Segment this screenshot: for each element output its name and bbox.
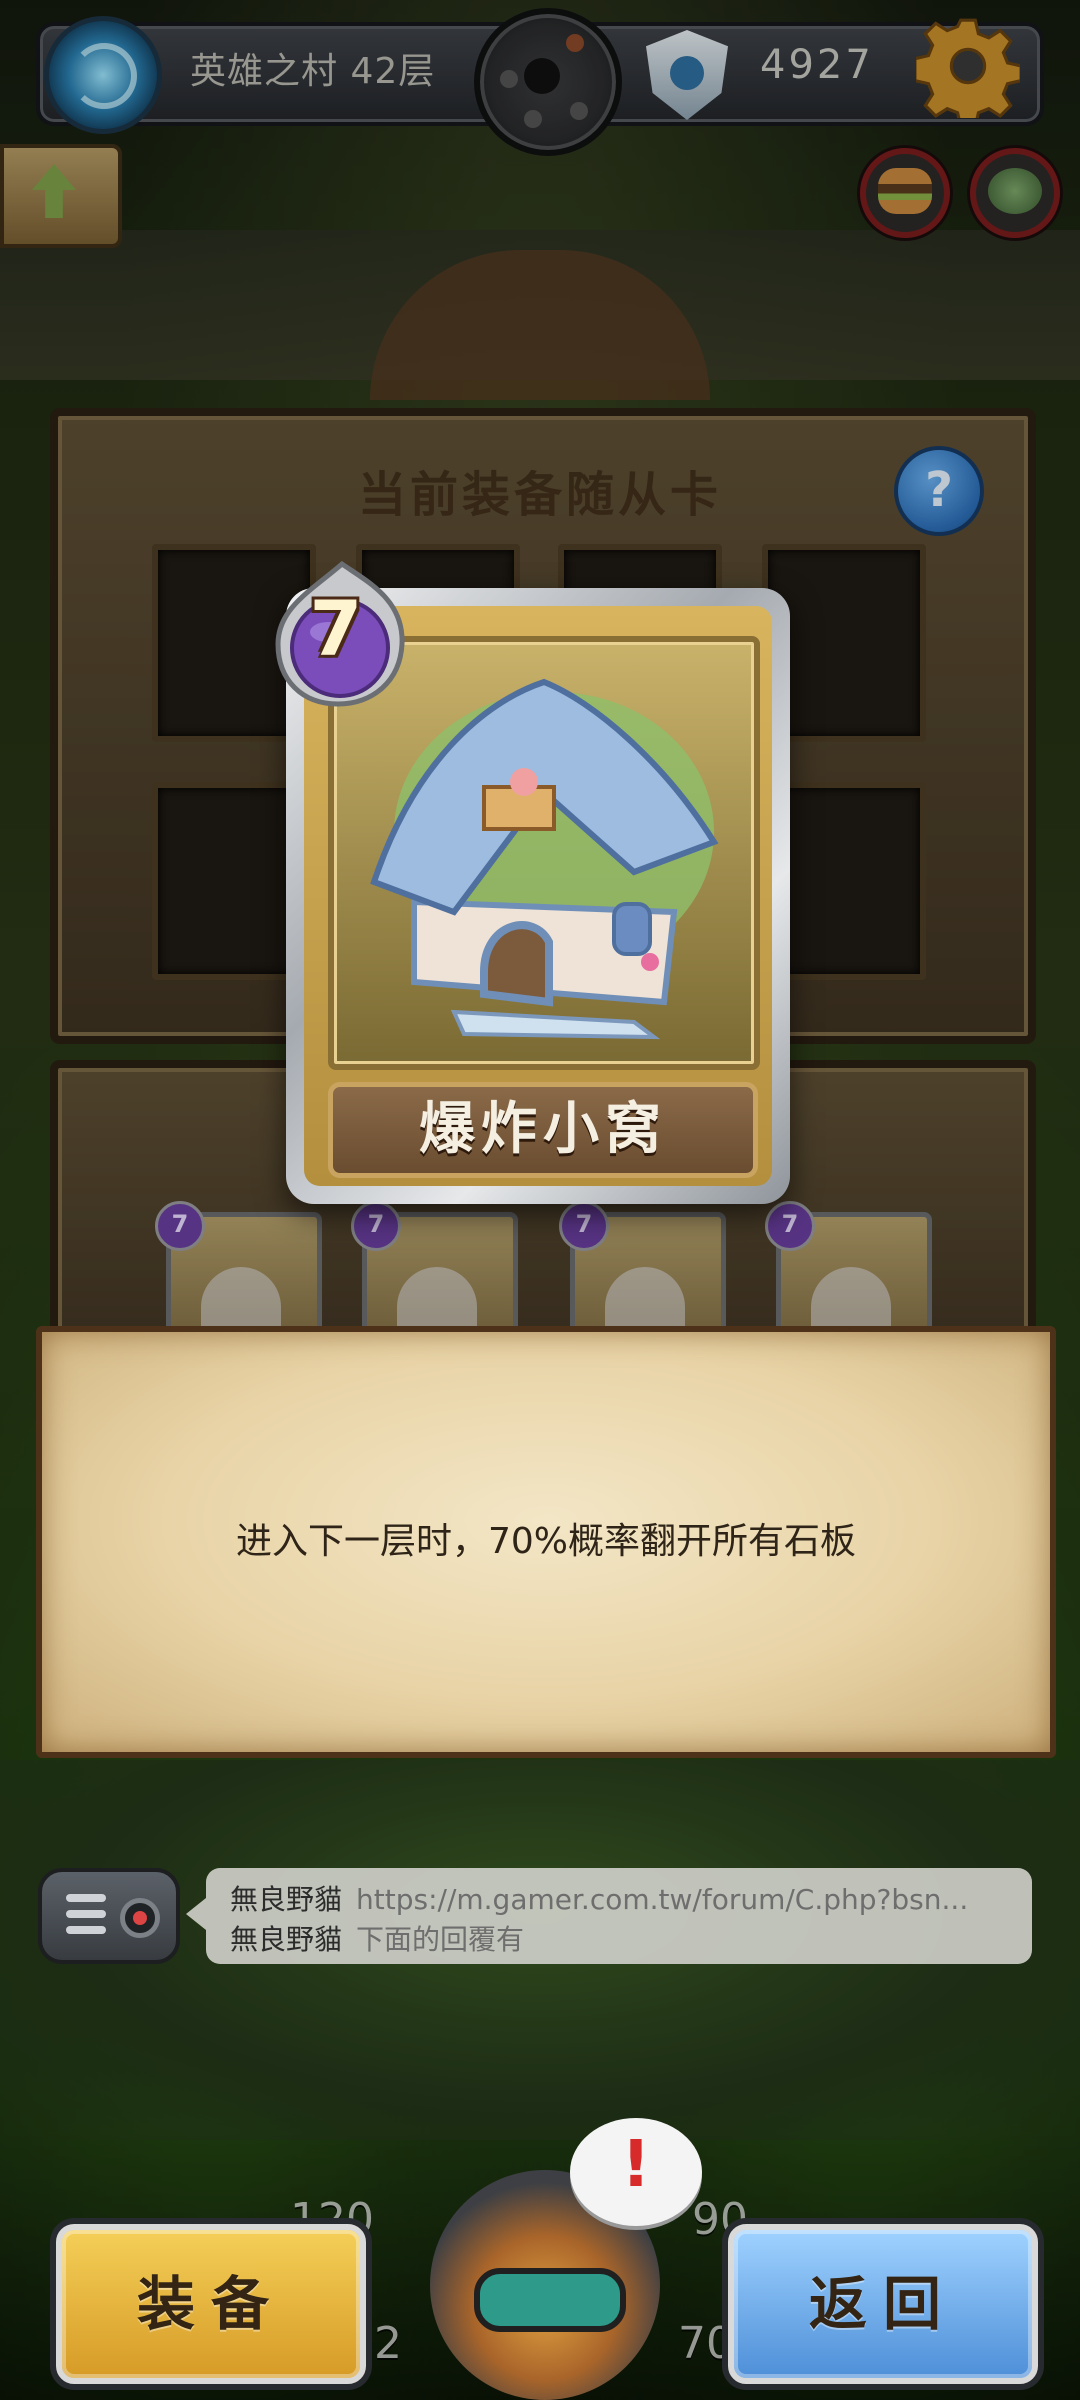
chat-menu-button[interactable]	[38, 1868, 180, 1964]
card-description: 进入下一层时，70%概率翻开所有石板	[235, 1521, 857, 1562]
back-button-label: 返回	[808, 2270, 957, 2338]
alert-icon: !	[621, 2128, 651, 2202]
goggles-icon	[474, 2268, 626, 2332]
chat-box[interactable]: 無良野貓 https://m.gamer.com.tw/forum/C.php?b…	[186, 1868, 1032, 1964]
equip-button-label: 装备	[136, 2270, 285, 2338]
card-cost: 7	[309, 584, 363, 673]
equip-button[interactable]: 装备	[56, 2224, 366, 2384]
chat-message: 無良野貓 https://m.gamer.com.tw/forum/C.php?b…	[230, 1878, 968, 1918]
chat-user: 無良野貓	[230, 1923, 343, 1956]
chat-text: https://m.gamer.com.tw/forum/C.php?bsn..…	[356, 1883, 969, 1916]
game-scene: 英雄之村 42层 4927 当前装备随从卡 ? 7 7 7 7 爆炸小窝 7 进…	[0, 0, 1080, 2400]
mp-stat: 70	[678, 2318, 734, 2369]
chat-text: 下面的回覆有	[356, 1923, 525, 1956]
chat-record-icon	[120, 1898, 160, 1938]
card-name-plate: 爆炸小窝	[328, 1082, 758, 1178]
alert-bubble[interactable]: !	[570, 2118, 702, 2226]
chat-user: 無良野貓	[230, 1883, 343, 1916]
card-name: 爆炸小窝	[419, 1097, 667, 1162]
description-panel: 进入下一层时，70%概率翻开所有石板	[36, 1326, 1056, 1758]
back-button[interactable]: 返回	[728, 2224, 1038, 2384]
chat-message: 無良野貓 下面的回覆有	[230, 1918, 524, 1958]
